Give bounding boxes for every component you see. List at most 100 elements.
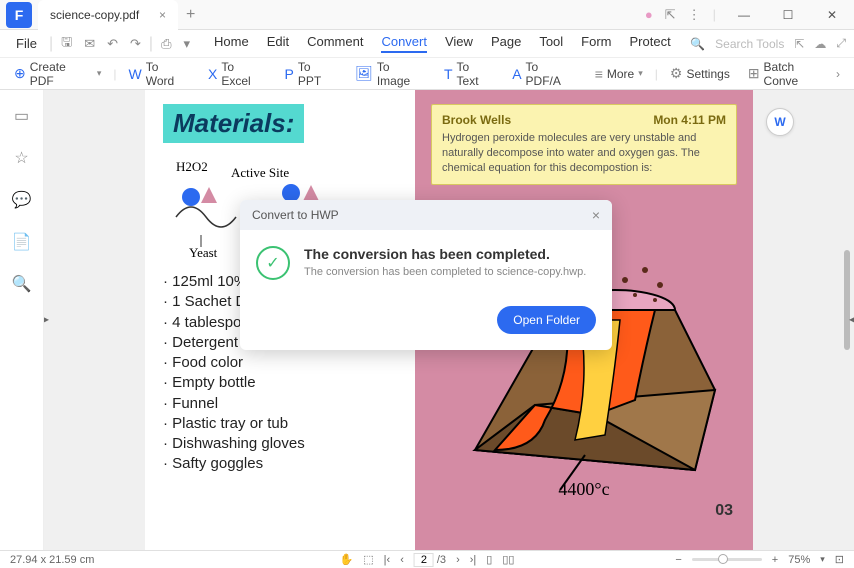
zoom-slider[interactable] (692, 558, 762, 561)
comment-note[interactable]: Brook Wells Mon 4:11 PM Hydrogen peroxid… (431, 104, 737, 185)
expand-icon[interactable]: ⤢ (836, 36, 846, 51)
mail-icon[interactable]: ✉ (80, 36, 99, 52)
volcano-temp: 4400°c (558, 479, 609, 500)
redo-icon[interactable]: ↷ (126, 36, 145, 52)
dialog-submessage: The conversion has been completed to sci… (304, 266, 586, 278)
next-page-icon[interactable]: › (456, 554, 460, 566)
ppt-icon: P (285, 66, 294, 82)
total-pages: /3 (437, 554, 446, 566)
last-page-icon[interactable]: ›| (470, 554, 477, 566)
minimize-button[interactable]: — (728, 0, 760, 30)
dialog-close-icon[interactable]: × (592, 207, 600, 223)
dialog-titlebar[interactable]: Convert to HWP × (240, 200, 612, 230)
list-item: Plastic tray or tub (163, 414, 397, 434)
svg-text:Active Site: Active Site (231, 165, 289, 180)
comment-list-icon[interactable]: 💬 (12, 190, 32, 210)
tab-form[interactable]: Form (581, 34, 611, 53)
to-text-button[interactable]: TTo Text (438, 58, 500, 90)
word-float-icon[interactable]: W (766, 108, 794, 136)
svg-text:H2O2: H2O2 (176, 159, 208, 174)
search-tools[interactable]: Search Tools (715, 37, 784, 51)
comment-author: Brook Wells (442, 113, 511, 127)
to-pdfa-button[interactable]: ATo PDF/A (506, 58, 583, 90)
text-icon: T (444, 66, 453, 82)
add-tab-icon[interactable]: + (186, 6, 195, 24)
list-item: Empty bottle (163, 373, 397, 393)
first-page-icon[interactable]: |‹ (384, 554, 391, 566)
zoom-in-icon[interactable]: + (772, 554, 778, 566)
share-icon[interactable]: ⇱ (665, 7, 676, 23)
page-number: 03 (715, 502, 733, 520)
open-folder-button[interactable]: Open Folder (497, 306, 596, 334)
file-menu[interactable]: File (8, 36, 45, 51)
tab-home[interactable]: Home (214, 34, 249, 53)
statusbar: 27.94 x 21.59 cm ✋ ⬚ |‹ ‹ /3 › ›| ▯ ▯▯ −… (0, 550, 854, 568)
to-word-button[interactable]: WTo Word (122, 58, 196, 90)
tab-edit[interactable]: Edit (267, 34, 289, 53)
undo-icon[interactable]: ↶ (103, 36, 122, 52)
two-page-icon[interactable]: ▯▯ (502, 553, 514, 566)
page-dimensions: 27.94 x 21.59 cm (10, 554, 94, 566)
chevron-down-icon[interactable]: ▾ (179, 36, 194, 52)
zoom-level[interactable]: 75% (788, 554, 810, 566)
create-pdf-button[interactable]: ⊕Create PDF▾ (8, 58, 107, 90)
save-icon[interactable]: 🖫 (57, 33, 76, 55)
bookmark-icon[interactable]: ☆ (14, 148, 28, 168)
external-link-icon[interactable]: ⇱ (794, 37, 804, 51)
comment-body: Hydrogen peroxide molecules are very uns… (442, 131, 726, 176)
gear-icon: ⚙ (670, 65, 683, 82)
success-check-icon: ✓ (256, 246, 290, 280)
cloud-sync-icon[interactable]: ☁ (814, 37, 826, 51)
tab-protect[interactable]: Protect (630, 34, 671, 53)
document-tab[interactable]: science-copy.pdf × (38, 0, 178, 30)
sidebar-left: ▭ ☆ 💬 📄 🔍 (0, 90, 44, 550)
list-item: Dishwashing gloves (163, 434, 397, 454)
titlebar: F science-copy.pdf × + ● ⇱ ⋮ | — ☐ ✕ (0, 0, 854, 30)
tab-tool[interactable]: Tool (539, 34, 563, 53)
tab-title: science-copy.pdf (50, 8, 139, 22)
dialog-message: The conversion has been completed. (304, 246, 586, 262)
app-icon: F (6, 2, 32, 28)
image-icon: 🖼 (355, 65, 373, 82)
to-image-button[interactable]: 🖼To Image (349, 58, 432, 90)
expand-right-icon[interactable]: ◂ (849, 315, 854, 326)
scrollbar[interactable] (844, 250, 850, 350)
tab-close-icon[interactable]: × (159, 8, 166, 22)
tab-comment[interactable]: Comment (307, 34, 363, 53)
dialog-title-text: Convert to HWP (252, 208, 339, 222)
page-input[interactable]: /3 (414, 553, 446, 567)
batch-icon: ⊞ (748, 65, 760, 82)
attachment-icon[interactable]: 📄 (12, 232, 32, 252)
fit-page-icon[interactable]: ⊡ (835, 553, 844, 566)
tab-view[interactable]: View (445, 34, 473, 53)
hand-tool-icon[interactable]: ✋ (340, 553, 354, 566)
to-excel-button[interactable]: XTo Excel (202, 58, 273, 90)
menu-icon: ≡ (595, 66, 603, 82)
print-icon[interactable]: ⎙ (157, 36, 175, 52)
page-field[interactable] (414, 553, 434, 567)
close-button[interactable]: ✕ (816, 0, 848, 30)
zoom-out-icon[interactable]: − (675, 554, 681, 566)
prev-page-icon[interactable]: ‹ (400, 554, 404, 566)
tab-page[interactable]: Page (491, 34, 521, 53)
more-button[interactable]: ≡More▾ (589, 64, 649, 84)
thumbnails-icon[interactable]: ▭ (14, 106, 29, 126)
cloud-icon[interactable]: ● (645, 7, 653, 22)
to-ppt-button[interactable]: PTo PPT (279, 58, 344, 90)
tab-convert[interactable]: Convert (381, 34, 427, 53)
batch-convert-button[interactable]: ⊞Batch Conve› (742, 58, 846, 90)
search-icon[interactable]: 🔍 (690, 37, 705, 51)
menubar: File | 🖫 ✉ ↶ ↷ | ⎙ ▾ Home Edit Comment C… (0, 30, 854, 58)
list-item: Funnel (163, 394, 397, 414)
comment-time: Mon 4:11 PM (653, 113, 726, 127)
kebab-menu-icon[interactable]: ⋮ (688, 7, 701, 23)
separator: | (713, 7, 716, 22)
svg-text:Yeast: Yeast (189, 245, 218, 257)
single-page-icon[interactable]: ▯ (486, 553, 492, 566)
maximize-button[interactable]: ☐ (772, 0, 804, 30)
settings-button[interactable]: ⚙Settings (664, 63, 736, 84)
search-panel-icon[interactable]: 🔍 (12, 274, 32, 294)
select-tool-icon[interactable]: ⬚ (363, 553, 373, 566)
convert-toolbar: ⊕Create PDF▾ | WTo Word XTo Excel PTo PP… (0, 58, 854, 90)
excel-icon: X (208, 66, 217, 82)
